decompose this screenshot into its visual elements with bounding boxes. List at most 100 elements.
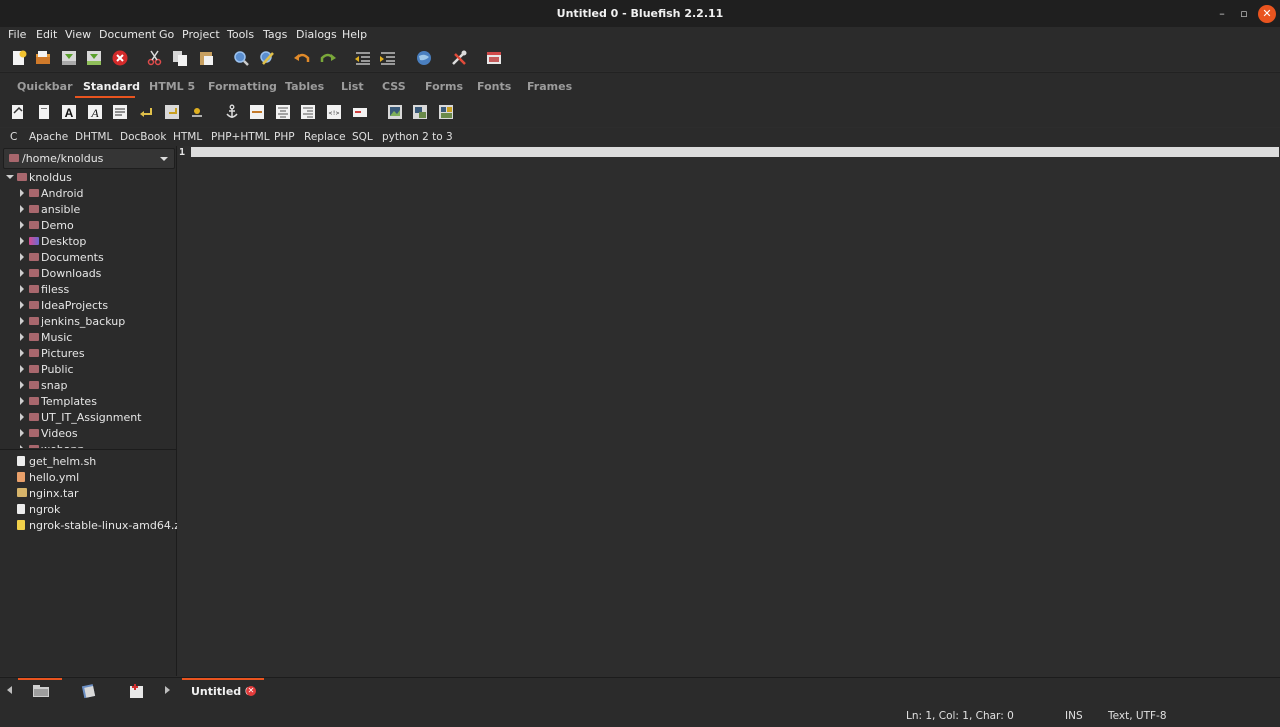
maximize-button[interactable]: ▫ <box>1235 5 1253 23</box>
tab-frames[interactable]: Frames <box>527 80 572 93</box>
snippet-apache[interactable]: Apache <box>29 131 68 143</box>
insert-mode[interactable]: INS <box>1065 710 1083 722</box>
editor-area[interactable]: 1 <box>177 146 1280 676</box>
menu-dialogs[interactable]: Dialogs <box>296 28 337 41</box>
snippet-docbook[interactable]: DocBook <box>120 131 166 143</box>
paste-icon[interactable] <box>197 49 215 67</box>
expand-right-icon[interactable] <box>20 317 24 325</box>
expand-right-icon[interactable] <box>20 397 24 405</box>
menu-file[interactable]: File <box>8 28 26 41</box>
snippet-html[interactable]: HTML <box>173 131 202 143</box>
bold-icon[interactable]: A <box>61 104 77 120</box>
tab-fonts[interactable]: Fonts <box>477 80 511 93</box>
close-window-button[interactable]: ✕ <box>1258 5 1276 23</box>
tree-folder[interactable]: Desktop <box>0 234 176 250</box>
cut-icon[interactable] <box>146 49 164 67</box>
anchor-icon[interactable] <box>224 104 240 120</box>
fullscreen-icon[interactable] <box>485 49 503 67</box>
undo-icon[interactable] <box>293 49 311 67</box>
comment-icon[interactable]: <!> <box>326 104 342 120</box>
multi-thumbnail-icon[interactable] <box>438 104 454 120</box>
tree-folder[interactable]: Public <box>0 362 176 378</box>
tree-folder[interactable]: Demo <box>0 218 176 234</box>
tab-forms[interactable]: Forms <box>425 80 463 93</box>
bookmarks-tab-icon[interactable] <box>80 683 98 699</box>
indent-icon[interactable] <box>379 49 397 67</box>
menu-view[interactable]: View <box>65 28 91 41</box>
tree-folder[interactable]: Templates <box>0 394 176 410</box>
expand-down-icon[interactable] <box>6 175 14 179</box>
snippet-python2to3[interactable]: python 2 to 3 <box>382 131 453 143</box>
close-file-icon[interactable] <box>111 49 129 67</box>
tab-standard[interactable]: Standard <box>83 80 140 93</box>
menu-document[interactable]: Document <box>99 28 156 41</box>
redo-icon[interactable] <box>319 49 337 67</box>
expand-right-icon[interactable] <box>20 445 24 448</box>
expand-right-icon[interactable] <box>20 381 24 389</box>
menu-tags[interactable]: Tags <box>263 28 287 41</box>
image-icon[interactable] <box>387 104 403 120</box>
new-file-icon[interactable] <box>10 49 28 67</box>
scroll-right-icon[interactable] <box>163 686 171 694</box>
copy-icon[interactable] <box>171 49 189 67</box>
tree-root[interactable]: knoldus <box>0 170 176 186</box>
break-clear-icon[interactable] <box>164 104 180 120</box>
expand-right-icon[interactable] <box>20 301 24 309</box>
preview-browser-icon[interactable] <box>415 49 433 67</box>
file-encoding[interactable]: Text, UTF-8 <box>1108 710 1167 722</box>
minimize-button[interactable]: – <box>1213 5 1231 23</box>
tab-list[interactable]: List <box>341 80 364 93</box>
save-file-icon[interactable] <box>60 49 78 67</box>
center-icon[interactable] <box>275 104 291 120</box>
directory-select[interactable]: /home/knoldus <box>3 148 175 169</box>
document-tab[interactable]: Untitled 0 <box>191 685 253 698</box>
expand-right-icon[interactable] <box>20 333 24 341</box>
scroll-left-icon[interactable] <box>6 686 14 694</box>
current-line-highlight[interactable] <box>191 147 1279 157</box>
tab-css[interactable]: CSS <box>382 80 406 93</box>
right-justify-icon[interactable] <box>300 104 316 120</box>
quickstart-icon[interactable] <box>10 104 26 120</box>
save-as-icon[interactable] <box>85 49 103 67</box>
tab-tables[interactable]: Tables <box>285 80 324 93</box>
tree-folder[interactable]: UT_IT_Assignment <box>0 410 176 426</box>
tab-quickbar[interactable]: Quickbar <box>17 80 73 93</box>
menu-help[interactable]: Help <box>342 28 367 41</box>
expand-right-icon[interactable] <box>20 253 24 261</box>
menu-edit[interactable]: Edit <box>36 28 57 41</box>
expand-right-icon[interactable] <box>20 221 24 229</box>
expand-right-icon[interactable] <box>20 269 24 277</box>
snippet-replace[interactable]: Replace <box>304 131 346 143</box>
filebrowser-tab-icon[interactable] <box>32 684 50 698</box>
snippet-sql[interactable]: SQL <box>352 131 373 143</box>
snippet-php[interactable]: PHP <box>274 131 295 143</box>
replace-icon[interactable] <box>258 49 276 67</box>
folder-tree[interactable]: knoldus Android ansible Demo Desktop Doc… <box>0 170 176 448</box>
snippet-php-html[interactable]: PHP+HTML <box>211 131 270 143</box>
tab-html5[interactable]: HTML 5 <box>149 80 195 93</box>
expand-right-icon[interactable] <box>20 365 24 373</box>
tree-folder[interactable]: Music <box>0 330 176 346</box>
expand-right-icon[interactable] <box>20 285 24 293</box>
rule-icon[interactable] <box>249 104 265 120</box>
tree-folder[interactable]: snap <box>0 378 176 394</box>
italic-icon[interactable]: A <box>87 104 103 120</box>
menu-tools[interactable]: Tools <box>227 28 254 41</box>
expand-right-icon[interactable] <box>20 205 24 213</box>
tree-folder[interactable]: webapp <box>0 442 176 448</box>
expand-right-icon[interactable] <box>20 413 24 421</box>
expand-right-icon[interactable] <box>20 429 24 437</box>
expand-right-icon[interactable] <box>20 237 24 245</box>
tree-folder[interactable]: filess <box>0 282 176 298</box>
tab-formatting[interactable]: Formatting <box>208 80 277 93</box>
menu-project[interactable]: Project <box>182 28 220 41</box>
preferences-icon[interactable] <box>450 49 468 67</box>
break-icon[interactable] <box>138 104 154 120</box>
email-icon[interactable] <box>352 104 368 120</box>
thumbnail-icon[interactable] <box>412 104 428 120</box>
body-icon[interactable] <box>36 104 52 120</box>
paragraph-icon[interactable] <box>112 104 128 120</box>
tree-folder[interactable]: IdeaProjects <box>0 298 176 314</box>
open-file-icon[interactable] <box>34 49 52 67</box>
tree-folder[interactable]: Pictures <box>0 346 176 362</box>
